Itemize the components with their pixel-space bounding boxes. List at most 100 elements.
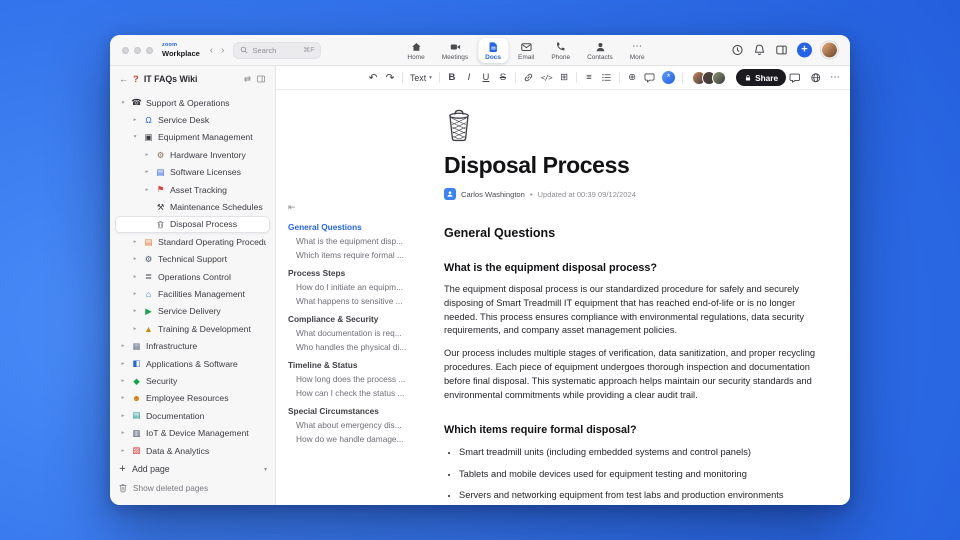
text-style-dropdown[interactable]: Text ▾ [410,70,432,86]
chevron-right-icon[interactable]: ▸ [143,152,151,158]
comments-panel-icon[interactable] [789,70,801,86]
doc-paragraph[interactable]: The equipment disposal process is our st… [444,283,824,338]
redo-button[interactable]: ↷ [385,70,395,86]
window-minimize-button[interactable] [134,46,141,54]
bullet-item[interactable]: Tablets and mobile devices used for equi… [459,469,824,479]
outline-section-process-steps[interactable]: Process Steps [288,268,434,278]
outline-item-which-items-require-formal[interactable]: Which items require formal ... [288,250,434,260]
show-deleted-pages-button[interactable]: Show deleted pages [118,480,267,496]
chevron-right-icon[interactable]: ▸ [131,274,139,280]
sidebar-item-maintenance-schedules[interactable]: ⚒ Maintenance Schedules [115,198,270,215]
history-clock-icon[interactable] [731,44,744,57]
window-controls[interactable] [122,46,153,54]
sidebar-item-service-delivery[interactable]: ▸ ▶ Service Delivery [115,303,270,320]
sidebar-sort-icon[interactable]: ⇄ [244,74,251,85]
sidebar-item-equipment-management[interactable]: ▾ ▣ Equipment Management [115,129,270,146]
chevron-right-icon[interactable]: ▸ [131,239,139,245]
window-zoom-button[interactable] [146,46,153,54]
sidebar-item-facilities-management[interactable]: ▸ ⌂ Facilities Management [115,285,270,302]
doc-subheading-q2[interactable]: Which items require formal disposal? [444,424,824,436]
tab-contacts[interactable]: Contacts [580,38,620,63]
chevron-right-icon[interactable]: ▸ [119,413,127,419]
outline-item-what-about-emergency-dis[interactable]: What about emergency dis... [288,420,434,430]
chevron-down-icon[interactable]: ▾ [264,466,267,473]
sidebar-panel-toggle-icon[interactable] [775,44,788,57]
tab-more[interactable]: ⋯ More [623,38,652,63]
outline-item-who-handles-the-physical-di[interactable]: Who handles the physical di... [288,342,434,352]
sidebar-item-support-operations[interactable]: ▾ ☎ Support & Operations [115,94,270,111]
collaborator-avatar-3[interactable] [712,70,727,85]
undo-button[interactable]: ↶ [368,70,378,86]
wiki-back-button[interactable]: ← [119,74,128,84]
outline-item-how-do-i-initiate-an-equipm[interactable]: How do I initiate an equipm... [288,282,434,292]
sidebar-item-applications-software[interactable]: ▸ ◧ Applications & Software [115,355,270,372]
outline-item-how-long-does-the-process[interactable]: How long does the process ... [288,374,434,384]
sidebar-item-operations-control[interactable]: ▸ ≣ Operations Control [115,268,270,285]
tab-meetings[interactable]: Meetings [435,38,475,63]
chevron-right-icon[interactable]: ▸ [119,395,127,401]
publish-globe-icon[interactable] [810,70,822,86]
new-item-plus-button[interactable]: + [797,42,812,58]
sidebar-item-documentation[interactable]: ▸ ▤ Documentation [115,407,270,424]
doc-heading-general-questions[interactable]: General Questions [444,226,824,240]
sidebar-item-technical-support[interactable]: ▸ ⚙ Technical Support [115,251,270,268]
sidebar-item-security[interactable]: ▸ ◆ Security [115,372,270,389]
chevron-right-icon[interactable]: ▸ [143,187,151,193]
sidebar-item-data-analytics[interactable]: ▸ ▨ Data & Analytics [115,442,270,458]
outline-item-what-is-the-equipment-disp[interactable]: What is the equipment disp... [288,236,434,246]
chevron-right-icon[interactable]: ▸ [119,343,127,349]
tab-email[interactable]: Email [511,38,541,63]
underline-button[interactable]: U [481,70,491,86]
sidebar-item-iot-device-management[interactable]: ▸ ▥ IoT & Device Management [115,424,270,441]
doc-paragraph[interactable]: Our process includes multiple stages of … [444,347,824,402]
chevron-right-icon[interactable]: ▸ [131,291,139,297]
chevron-right-icon[interactable]: ▸ [119,361,127,367]
bullet-list-icon[interactable] [601,70,612,86]
outline-section-compliance-security[interactable]: Compliance & Security [288,314,434,324]
strikethrough-button[interactable]: S [498,70,508,86]
sidebar-item-software-licenses[interactable]: ▸ ▤ Software Licenses [115,164,270,181]
chevron-right-icon[interactable]: ▸ [131,256,139,262]
outline-item-how-do-we-handle-damage[interactable]: How do we handle damage... [288,434,434,444]
chevron-right-icon[interactable]: ▸ [131,117,139,123]
notifications-bell-icon[interactable] [753,44,766,57]
share-button[interactable]: Share [736,69,787,86]
search-input[interactable]: Search ⌘F [233,41,322,59]
tab-docs[interactable]: Docs [478,37,509,63]
user-avatar[interactable] [821,41,838,59]
more-options-icon[interactable]: ⋯ [830,70,840,86]
window-close-button[interactable] [122,46,129,54]
chevron-right-icon[interactable]: ▸ [131,326,139,332]
outline-item-what-happens-to-sensitive[interactable]: What happens to sensitive ... [288,296,434,306]
outline-section-special-circumstances[interactable]: Special Circumstances [288,406,434,416]
link-icon[interactable] [523,70,534,86]
outline-section-general-questions[interactable]: General Questions [288,222,434,232]
sidebar-item-hardware-inventory[interactable]: ▸ ⚙ Hardware Inventory [115,146,270,163]
bullet-item[interactable]: Servers and networking equipment from te… [459,490,824,500]
italic-button[interactable]: I [464,70,474,86]
bullet-item[interactable]: Smart treadmill units (including embedde… [459,447,824,457]
bold-button[interactable]: B [447,70,457,86]
chevron-right-icon[interactable]: ▸ [119,448,127,454]
sidebar-item-employee-resources[interactable]: ▸ ☻ Employee Resources [115,390,270,407]
chevron-down-icon[interactable]: ▾ [119,100,127,106]
sidebar-item-standard-operating-procedures[interactable]: ▸ ▤ Standard Operating Procedures [115,233,270,250]
insert-icon[interactable]: ⊕ [627,70,637,86]
outline-item-what-documentation-is-req[interactable]: What documentation is req... [288,328,434,338]
comment-add-icon[interactable] [644,70,655,86]
add-page-button[interactable]: + Add page ▾ [118,461,267,477]
sidebar-item-asset-tracking[interactable]: ▸ ⚑ Asset Tracking [115,181,270,198]
forward-button[interactable]: › [221,45,224,56]
doc-title[interactable]: Disposal Process [444,152,824,179]
sidebar-item-infrastructure[interactable]: ▸ ▦ Infrastructure [115,337,270,354]
document-editor[interactable]: Disposal Process Carlos Washington • Upd… [434,90,850,505]
sidebar-item-training-development[interactable]: ▸ ▲ Training & Development [115,320,270,337]
tab-home[interactable]: Home [400,38,431,63]
outline-collapse-button[interactable]: ⇤ [288,202,434,213]
sidebar-item-disposal-process[interactable]: Disposal Process [115,215,270,234]
code-icon[interactable]: </> [541,70,553,86]
chevron-right-icon[interactable]: ▸ [131,308,139,314]
tab-phone[interactable]: Phone [544,38,577,63]
chevron-right-icon[interactable]: ▸ [119,430,127,436]
chevron-right-icon[interactable]: ▸ [119,378,127,384]
